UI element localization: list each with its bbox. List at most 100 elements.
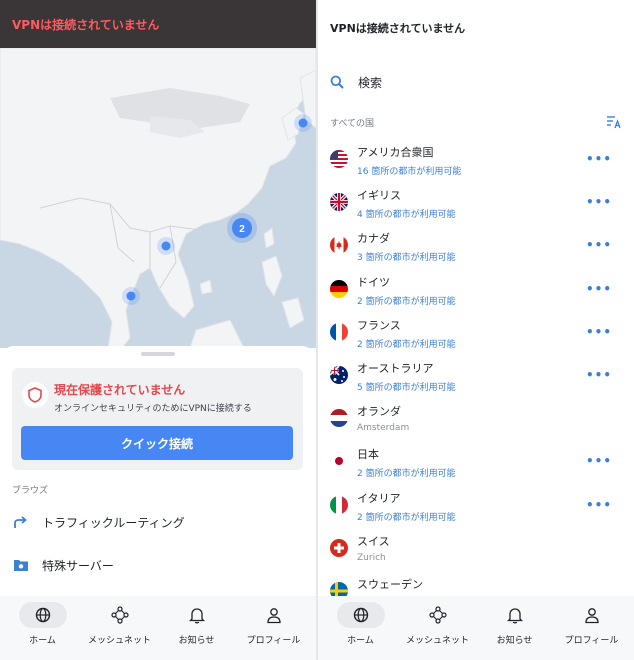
bell-icon [188, 607, 205, 623]
server-map[interactable]: 2 [0, 48, 316, 348]
nav-meshnet[interactable]: メッシュネット [82, 602, 157, 654]
server-pin[interactable] [161, 241, 171, 251]
us-flag-icon [330, 150, 348, 168]
nav-notifications[interactable]: お知らせ [159, 602, 234, 654]
protection-status-title: 現在保護されていません [54, 383, 186, 397]
ca-flag-icon [330, 236, 348, 255]
country-name: スウェーデン [357, 577, 423, 591]
country-item[interactable]: イタリア 2 箇所の都市が利用可能 ••• [318, 486, 634, 529]
fr-flag-icon [330, 322, 348, 341]
ch-flag-icon [330, 538, 348, 557]
sort-alpha-icon[interactable] [606, 115, 622, 129]
shield-icon [22, 382, 48, 408]
country-city: Amsterdam [357, 423, 410, 434]
country-cities: 2 箇所の都市が利用可能 [357, 469, 456, 480]
vpn-status-title: VPNは接続されていません [330, 22, 466, 35]
more-options-icon[interactable]: ••• [586, 152, 612, 166]
more-options-icon[interactable]: ••• [586, 195, 612, 209]
country-name: イギリス [357, 189, 401, 203]
more-options-icon[interactable]: ••• [586, 368, 612, 382]
nav-home[interactable]: ホーム [323, 602, 398, 654]
route-arrow-icon [12, 513, 30, 531]
se-flag-icon [330, 581, 348, 596]
au-flag-icon [330, 365, 348, 384]
profile-icon [584, 607, 599, 623]
nav-home[interactable]: ホーム [5, 602, 80, 654]
search-icon [330, 75, 344, 89]
more-options-icon[interactable]: ••• [586, 282, 612, 296]
cluster-count: 2 [239, 224, 245, 235]
nav-label: メッシュネット [87, 636, 151, 646]
globe-icon [35, 607, 50, 623]
country-item[interactable]: アメリカ合衆国 16 箇所の都市が利用可能 ••• [318, 140, 634, 183]
bottom-navigation: ホーム メッシュネット お知らせ プロフィール [318, 596, 634, 660]
country-item[interactable]: オランダ Amsterdam [318, 399, 634, 442]
country-name: スイス [357, 534, 390, 548]
country-cities: 3 箇所の都市が利用可能 [357, 253, 456, 264]
nav-label: お知らせ [496, 636, 533, 646]
browse-item-label: トラフィックルーティング [42, 515, 185, 530]
vpn-status-bar: VPNは接続されていません [0, 0, 316, 48]
country-item[interactable]: イギリス 4 箇所の都市が利用可能 ••• [318, 183, 634, 226]
nav-label: メッシュネット [405, 636, 469, 646]
browse-item-traffic-routing[interactable]: トラフィックルーティング [12, 507, 302, 537]
search-bar[interactable]: 検索 [330, 68, 382, 96]
jp-flag-icon [330, 452, 348, 471]
profile-icon [266, 607, 281, 623]
country-list: アメリカ合衆国 16 箇所の都市が利用可能 ••• イギリス 4 箇所の都市が利… [318, 140, 634, 596]
country-cities: 2 箇所の都市が利用可能 [357, 339, 456, 350]
nl-flag-icon [330, 409, 348, 428]
country-name: フランス [357, 318, 401, 332]
country-item[interactable]: フランス 2 箇所の都市が利用可能 ••• [318, 313, 634, 356]
more-options-icon[interactable]: ••• [586, 238, 612, 252]
country-item[interactable]: スウェーデン [318, 572, 634, 596]
country-city: Zurich [357, 552, 386, 563]
server-pin[interactable] [126, 291, 136, 301]
protection-status-card: 現在保護されていません オンラインセキュリティのためにVPNに接続する クイック… [12, 368, 303, 470]
country-item[interactable]: スイス Zurich [318, 529, 634, 572]
more-options-icon[interactable]: ••• [586, 498, 612, 512]
folder-server-icon [12, 556, 30, 574]
country-name: アメリカ合衆国 [357, 146, 434, 159]
all-countries-header: すべての国 [330, 113, 622, 131]
country-name: オーストラリア [357, 361, 434, 375]
protection-status-subtitle: オンラインセキュリティのためにVPNに接続する [54, 404, 252, 414]
country-item[interactable]: ドイツ 2 箇所の都市が利用可能 ••• [318, 270, 634, 313]
nav-label: ホーム [347, 636, 374, 646]
country-name: カナダ [357, 232, 390, 246]
country-item[interactable]: カナダ 3 箇所の都市が利用可能 ••• [318, 226, 634, 269]
browse-item-label: 特殊サーバー [42, 558, 114, 573]
browse-item-special-servers[interactable]: 特殊サーバー [12, 550, 302, 580]
country-item[interactable]: 日本 2 箇所の都市が利用可能 ••• [318, 442, 634, 485]
all-countries-label: すべての国 [330, 118, 375, 129]
bell-icon [506, 607, 523, 623]
country-item[interactable]: オーストラリア 5 箇所の都市が利用可能 ••• [318, 356, 634, 399]
nav-profile[interactable]: プロフィール [236, 602, 311, 654]
nav-label: プロフィール [564, 636, 619, 646]
quick-connect-button[interactable]: クイック接続 [21, 426, 293, 460]
country-name: オランダ [357, 405, 401, 419]
nav-meshnet[interactable]: メッシュネット [400, 602, 475, 654]
it-flag-icon [330, 495, 348, 514]
more-options-icon[interactable]: ••• [586, 325, 612, 339]
server-pin[interactable] [298, 118, 308, 128]
meshnet-icon [110, 606, 129, 624]
nav-label: お知らせ [178, 636, 215, 646]
meshnet-icon [428, 606, 447, 624]
bottom-navigation: ホーム メッシュネット お知らせ プロフィール [0, 596, 316, 660]
bottom-sheet: 現在保護されていません オンラインセキュリティのためにVPNに接続する クイック… [0, 346, 316, 596]
nav-notifications[interactable]: お知らせ [477, 602, 552, 654]
country-cities: 2 箇所の都市が利用可能 [357, 296, 456, 307]
country-cities: 5 箇所の都市が利用可能 [357, 382, 456, 393]
country-cities: 16 箇所の都市が利用可能 [357, 167, 462, 177]
country-cities: 4 箇所の都市が利用可能 [357, 210, 456, 221]
sheet-drag-handle[interactable] [141, 352, 175, 356]
home-panel: VPNは接続されていません 2 現在保護されていません オンラインセキュリティの… [0, 0, 316, 660]
gb-flag-icon [330, 193, 348, 212]
vpn-status-text: VPNは接続されていません [12, 17, 160, 32]
nav-profile[interactable]: プロフィール [554, 602, 629, 654]
country-name: イタリア [357, 491, 401, 505]
de-flag-icon [330, 279, 348, 298]
country-cities: 2 箇所の都市が利用可能 [357, 512, 456, 523]
more-options-icon[interactable]: ••• [586, 454, 612, 468]
